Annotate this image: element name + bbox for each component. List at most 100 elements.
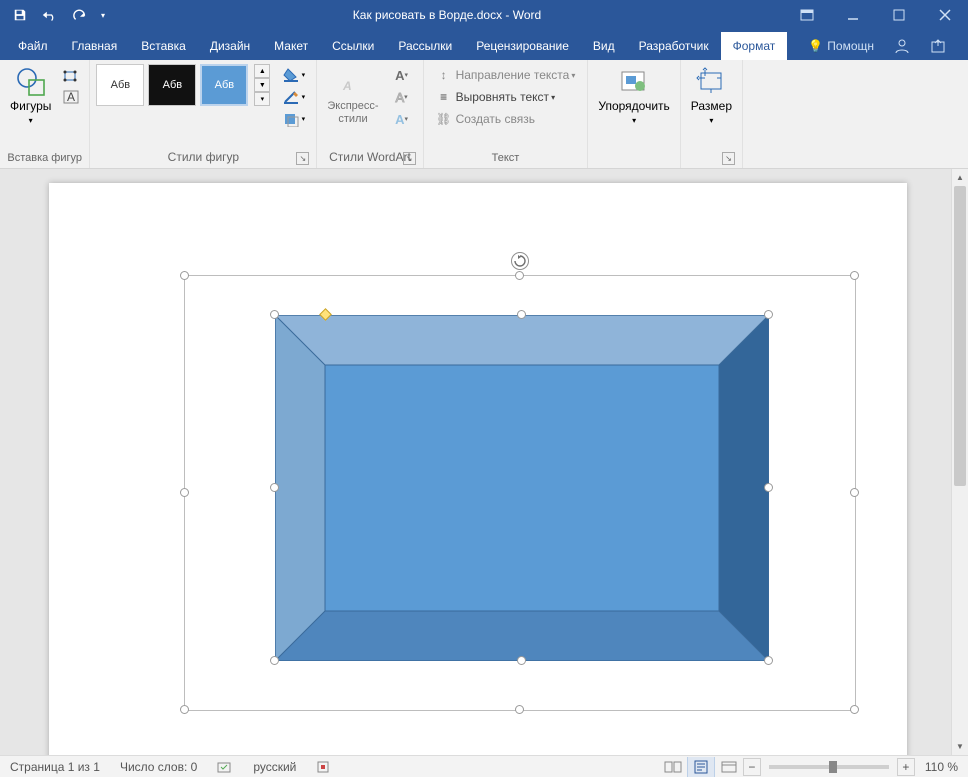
close-button[interactable] [922,0,968,30]
group-label-text: Текст [430,150,582,168]
size-dialog-launcher[interactable]: ↘ [722,152,735,165]
link-icon: ⛓ [436,111,452,127]
zoom-in-button[interactable]: + [897,758,915,776]
edit-shape-button[interactable] [59,64,83,86]
titlebar: ▾ Как рисовать в Ворде.docx - Word [0,0,968,30]
tab-insert[interactable]: Вставка [129,32,198,60]
canvas-handle-tl[interactable] [180,271,189,280]
help-area: 💡Помощн [798,32,968,60]
quick-access-toolbar: ▾ [0,1,110,29]
shape-fill-button[interactable]: ▾ [276,64,310,86]
save-button[interactable] [6,1,34,29]
ribbon: Фигуры▾ A Вставка фигур Абв Абв Абв ▲ ▼ … [0,60,968,169]
canvas-handle-l[interactable] [180,488,189,497]
tab-design[interactable]: Дизайн [198,32,262,60]
text-fill-button[interactable]: A▾ [387,64,417,86]
tab-developer[interactable]: Разработчик [627,32,721,60]
group-wordart-styles: A Экспресс- стили A▾ A▾ A▾ Стили WordArt… [317,60,423,168]
text-direction-icon: ↕ [436,67,452,83]
gallery-more[interactable]: ▾ [254,92,270,106]
document-page[interactable] [49,183,907,755]
maximize-button[interactable] [876,0,922,30]
window-title: Как рисовать в Ворде.docx - Word [110,8,784,22]
wordart-dialog-launcher[interactable]: ↘ [403,152,416,165]
group-arrange: Упорядочить▾ [588,60,680,168]
sign-in-button[interactable] [884,32,920,60]
tab-view[interactable]: Вид [581,32,627,60]
canvas-handle-bl[interactable] [180,705,189,714]
shape-style-1[interactable]: Абв [96,64,144,106]
shapes-button[interactable]: Фигуры▾ [6,64,55,129]
tab-review[interactable]: Рецензирование [464,32,581,60]
shapes-icon [15,66,47,98]
redo-button[interactable] [66,1,94,29]
size-icon [695,66,727,98]
ribbon-display-button[interactable] [784,0,830,30]
create-link-button[interactable]: ⛓Создать связь [430,108,582,130]
canvas-handle-tr[interactable] [850,271,859,280]
group-shape-styles: Абв Абв Абв ▲ ▼ ▾ ▾ ▾ ▾ Стили фигур↘ [90,60,317,168]
statusbar: Страница 1 из 1 Число слов: 0 русский − … [0,755,968,777]
canvas-handle-br[interactable] [850,705,859,714]
zoom-slider[interactable] [769,765,889,769]
status-word-count[interactable]: Число слов: 0 [110,760,207,774]
status-language[interactable]: русский [243,760,306,774]
group-size: Размер▾ ↘ [681,60,743,168]
tab-mailings[interactable]: Рассылки [386,32,464,60]
view-print-layout-button[interactable] [687,757,715,777]
align-text-icon: ≡ [436,89,452,105]
shape-outline-button[interactable]: ▾ [276,86,310,108]
zoom-out-button[interactable]: − [743,758,761,776]
text-outline-button[interactable]: A▾ [387,86,417,108]
text-box-button[interactable]: A [59,86,83,108]
shape-effects-button[interactable]: ▾ [276,108,310,130]
bulb-icon: 💡 [808,39,823,53]
drawing-canvas-selection[interactable] [184,275,856,711]
tab-file[interactable]: Файл [6,32,60,60]
group-label-wordart: Стили WordArt↘ [323,148,416,168]
zoom-level-button[interactable]: 110 % [915,760,968,774]
window-controls [784,0,968,30]
tab-layout[interactable]: Макет [262,32,320,60]
shape-style-2[interactable]: Абв [148,64,196,106]
status-page[interactable]: Страница 1 из 1 [0,760,110,774]
undo-button[interactable] [36,1,64,29]
arrange-button[interactable]: Упорядочить▾ [594,64,673,129]
rotation-handle[interactable] [511,252,529,270]
qat-customize-button[interactable]: ▾ [96,1,110,29]
ribbon-tabs: Файл Главная Вставка Дизайн Макет Ссылки… [0,30,968,60]
status-macro[interactable] [306,760,340,774]
text-effects-button[interactable]: A▾ [387,108,417,130]
letter-a-icon: A [337,66,369,98]
status-proofing[interactable] [207,760,243,774]
view-web-layout-button[interactable] [715,757,743,777]
size-button[interactable]: Размер▾ [687,64,736,129]
tell-me-button[interactable]: 💡Помощн [798,33,884,59]
canvas-handle-r[interactable] [850,488,859,497]
quick-styles-button[interactable]: A Экспресс- стили [323,64,382,128]
gallery-down[interactable]: ▼ [254,78,270,92]
shape-styles-dialog-launcher[interactable]: ↘ [296,152,309,165]
tab-format[interactable]: Формат [721,32,788,60]
vertical-scrollbar[interactable]: ▲ ▼ [951,169,968,755]
canvas-handle-t[interactable] [515,271,524,280]
canvas-handle-b[interactable] [515,705,524,714]
group-label-insert-shapes: Вставка фигур [6,150,83,168]
shape-style-3[interactable]: Абв [200,64,248,106]
share-button[interactable] [920,32,956,60]
scroll-thumb[interactable] [954,186,966,486]
shape-style-gallery: Абв Абв Абв ▲ ▼ ▾ [96,64,270,106]
document-workspace: ˄ [0,169,968,755]
align-text-button[interactable]: ≡Выровнять текст ▾ [430,86,582,108]
arrange-icon [618,66,650,98]
tab-home[interactable]: Главная [60,32,130,60]
view-read-mode-button[interactable] [659,757,687,777]
group-insert-shapes: Фигуры▾ A Вставка фигур [0,60,90,168]
minimize-button[interactable] [830,0,876,30]
tab-references[interactable]: Ссылки [320,32,386,60]
gallery-up[interactable]: ▲ [254,64,270,78]
scroll-up-button[interactable]: ▲ [952,169,968,186]
svg-text:A: A [342,79,352,93]
text-direction-button[interactable]: ↕Направление текста ▾ [430,64,582,86]
scroll-down-button[interactable]: ▼ [952,738,968,755]
